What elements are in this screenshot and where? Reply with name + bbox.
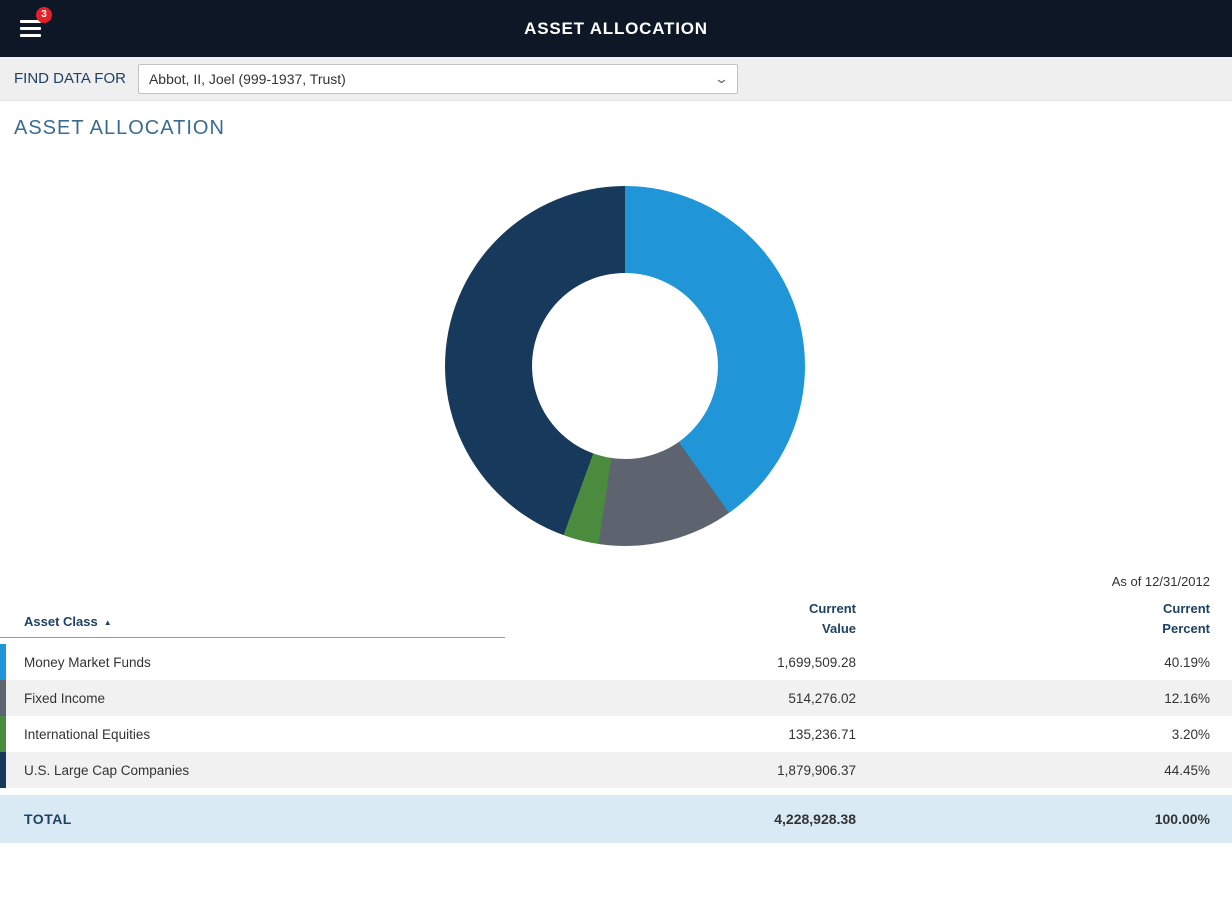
cell-asset-class: International Equities	[0, 727, 505, 742]
cell-asset-class: Money Market Funds	[0, 655, 505, 670]
cell-current-value: 1,699,509.28	[505, 655, 856, 670]
account-selector[interactable]: Abbot, II, Joel (999-1937, Trust) ⌄	[138, 64, 738, 94]
as-of-date: As of 12/31/2012	[0, 574, 1232, 589]
cell-asset-class: U.S. Large Cap Companies	[0, 763, 505, 778]
find-data-bar: FIND DATA FOR Abbot, II, Joel (999-1937,…	[0, 57, 1232, 101]
cell-current-percent: 44.45%	[856, 763, 1232, 778]
table-row[interactable]: U.S. Large Cap Companies 1,879,906.37 44…	[0, 752, 1232, 788]
cell-current-value: 135,236.71	[505, 727, 856, 742]
main-content: ASSET ALLOCATION As of 12/31/2012 Asset …	[0, 101, 1232, 843]
notification-badge: 3	[36, 7, 52, 23]
table-row[interactable]: International Equities 135,236.71 3.20%	[0, 716, 1232, 752]
donut-hole	[532, 273, 718, 459]
sort-asc-icon: ▲	[104, 618, 112, 627]
total-row: TOTAL 4,228,928.38 100.00%	[0, 795, 1232, 843]
total-percent: 100.00%	[856, 811, 1232, 827]
chevron-down-icon: ⌄	[714, 72, 729, 85]
account-selector-value: Abbot, II, Joel (999-1937, Trust)	[149, 71, 346, 87]
page-title: ASSET ALLOCATION	[0, 117, 1232, 140]
total-label: TOTAL	[0, 811, 505, 827]
row-color-indicator	[0, 716, 6, 752]
table-row[interactable]: Fixed Income 514,276.02 12.16%	[0, 680, 1232, 716]
cell-current-value: 1,879,906.37	[505, 763, 856, 778]
cell-asset-class: Fixed Income	[0, 691, 505, 706]
column-header-current-percent[interactable]: Current Percent	[856, 599, 1232, 638]
menu-button[interactable]: 3	[20, 14, 50, 42]
asset-allocation-table: Asset Class▲ Current Value Current Perce…	[0, 599, 1232, 843]
cell-current-percent: 40.19%	[856, 655, 1232, 670]
row-color-indicator	[0, 644, 6, 680]
app-header: 3 ASSET ALLOCATION	[0, 0, 1232, 57]
table-header-row: Asset Class▲ Current Value Current Perce…	[0, 599, 1232, 644]
column-header-asset-class[interactable]: Asset Class▲	[0, 614, 505, 638]
cell-current-percent: 12.16%	[856, 691, 1232, 706]
cell-current-percent: 3.20%	[856, 727, 1232, 742]
row-color-indicator	[0, 680, 6, 716]
find-data-label: FIND DATA FOR	[14, 70, 126, 87]
chart-area	[0, 166, 1232, 566]
row-color-indicator	[0, 752, 6, 788]
table-body: Money Market Funds 1,699,509.28 40.19% F…	[0, 644, 1232, 788]
cell-current-value: 514,276.02	[505, 691, 856, 706]
column-header-current-value[interactable]: Current Value	[505, 599, 856, 638]
table-row[interactable]: Money Market Funds 1,699,509.28 40.19%	[0, 644, 1232, 680]
total-value: 4,228,928.38	[505, 811, 856, 827]
app-title: ASSET ALLOCATION	[524, 19, 708, 39]
asset-allocation-donut-chart[interactable]	[445, 186, 805, 546]
